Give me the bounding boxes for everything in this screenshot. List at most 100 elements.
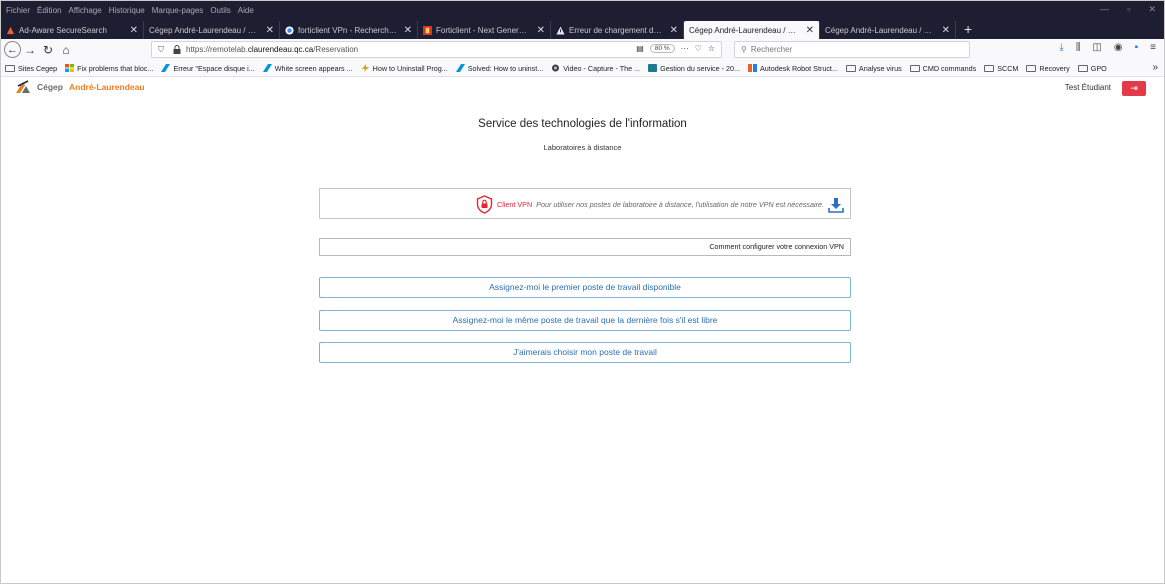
reader-view-icon[interactable]: ▤ bbox=[636, 44, 644, 53]
close-tab-icon[interactable]: ✕ bbox=[130, 25, 138, 36]
close-tab-icon[interactable]: ✕ bbox=[806, 25, 814, 36]
shield-tracking-icon[interactable]: ⛉ bbox=[158, 45, 168, 55]
sidebar-icon[interactable]: ◫ bbox=[1092, 42, 1101, 53]
bookmark-label: Recovery bbox=[1039, 63, 1070, 73]
bookmark-label: Analyse virus bbox=[858, 63, 902, 73]
home-button[interactable]: ⌂ bbox=[57, 41, 75, 59]
browser-titlebar: Fichier Édition Affichage Historique Mar… bbox=[1, 1, 1164, 39]
bookmark-item[interactable]: Video - Capture - The ... bbox=[551, 64, 640, 73]
menu-item-historique[interactable]: Historique bbox=[109, 6, 145, 15]
close-tab-icon[interactable]: ✕ bbox=[537, 25, 545, 36]
tab-forticlient[interactable]: Forticlient - Next Generation En ✕ bbox=[418, 21, 551, 39]
url-domain: claurendeau.qc.ca bbox=[247, 45, 314, 54]
cegep-logo[interactable]: Cégep André-Laurendeau bbox=[15, 80, 145, 94]
maximize-icon[interactable]: ▫ bbox=[1127, 4, 1130, 15]
minimize-icon[interactable]: — bbox=[1100, 4, 1109, 15]
fortinet-icon bbox=[423, 25, 432, 35]
tab-cegep-3[interactable]: Cégep André-Laurendeau / Labora ✕ bbox=[820, 21, 956, 39]
vpn-info-row: Client VPN Pour utiliser nos postes de l… bbox=[476, 195, 844, 214]
reload-button[interactable]: ↻ bbox=[39, 41, 57, 59]
choose-workstation-button[interactable]: J'aimerais choisir mon poste de travail bbox=[319, 342, 851, 363]
back-button[interactable]: ← bbox=[4, 41, 21, 58]
assign-first-available-button[interactable]: Assignez-moi le premier poste de travail… bbox=[319, 277, 851, 298]
bookmark-item[interactable]: How to Uninstall Prog... bbox=[361, 64, 448, 73]
bookmarks-bar: Sites Cegep Fix problems that bloc... Er… bbox=[1, 60, 1164, 77]
bookmark-label: Video - Capture - The ... bbox=[563, 63, 641, 73]
menu-item-fichier[interactable]: Fichier bbox=[6, 6, 30, 15]
vpn-client-link[interactable]: Client VPN bbox=[497, 200, 532, 209]
menu-item-aide[interactable]: Aide bbox=[238, 6, 254, 15]
bookmark-item[interactable]: CMD commands bbox=[909, 63, 977, 73]
close-window-icon[interactable]: ✕ bbox=[1148, 4, 1156, 15]
bookmark-item[interactable]: SCCM bbox=[984, 64, 1018, 73]
library-icon[interactable]: ⫼ bbox=[1076, 42, 1081, 53]
url-prefix: https://remotelab. bbox=[186, 45, 248, 54]
toolbar-icons: ⤓ ⫼ ◫ ◉ ▪ ≡ bbox=[1059, 42, 1156, 53]
tab-load-error[interactable]: Erreur de chargement de la pag ✕ bbox=[551, 21, 684, 39]
lock-icon[interactable] bbox=[173, 45, 181, 54]
tab-adaware[interactable]: Ad-Aware SecureSearch ✕ bbox=[1, 21, 144, 39]
menu-item-affichage[interactable]: Affichage bbox=[68, 6, 101, 15]
tab-cegep-active[interactable]: Cégep André-Laurendeau / Labora ✕ bbox=[684, 21, 820, 39]
bookmark-item[interactable]: GPO bbox=[1077, 64, 1107, 73]
assign-same-workstation-button[interactable]: Assignez-moi le même poste de travail qu… bbox=[319, 310, 851, 331]
close-tab-icon[interactable]: ✕ bbox=[670, 25, 678, 36]
tab-label: Ad-Aware SecureSearch bbox=[19, 25, 107, 35]
folder-icon bbox=[984, 64, 995, 72]
menu-item-marque-pages[interactable]: Marque-pages bbox=[152, 6, 204, 15]
bookmark-item[interactable]: Erreur "Espace disque i... bbox=[161, 63, 255, 73]
bookmark-item[interactable]: Sites Cegep bbox=[5, 64, 57, 73]
tab-cegep-1[interactable]: Cégep André-Laurendeau / Labora ✕ bbox=[144, 21, 280, 39]
tab-google-search[interactable]: forticlient VPn - Recherche Go ✕ bbox=[280, 21, 418, 39]
hamburger-menu-icon[interactable]: ≡ bbox=[1150, 42, 1156, 53]
service-icon bbox=[648, 64, 658, 72]
close-tab-icon[interactable]: ✕ bbox=[942, 25, 950, 36]
reload-icon: ↻ bbox=[42, 42, 54, 57]
folder-icon bbox=[5, 64, 15, 72]
url-path: /Reservation bbox=[313, 45, 359, 54]
account-icon[interactable]: ◉ bbox=[1114, 42, 1123, 53]
pocket-icon[interactable]: ♡ bbox=[695, 44, 702, 53]
window-controls: — ▫ ✕ bbox=[1100, 4, 1156, 15]
download-icon[interactable] bbox=[828, 197, 844, 213]
menu-item-edition[interactable]: Édition bbox=[37, 6, 61, 15]
bookmark-label: Solved: How to uninst... bbox=[467, 63, 544, 73]
bookmark-item[interactable]: Autodesk Robot Struct... bbox=[748, 64, 838, 73]
close-tab-icon[interactable]: ✕ bbox=[266, 25, 274, 36]
warning-icon bbox=[556, 25, 565, 35]
extension-icon[interactable]: ▪ bbox=[1135, 42, 1139, 53]
bookmark-item[interactable]: Solved: How to uninst... bbox=[455, 63, 544, 73]
menu-item-outils[interactable]: Outils bbox=[210, 6, 230, 15]
bookmark-item[interactable]: Fix problems that bloc... bbox=[65, 64, 153, 73]
bookmarks-overflow-icon[interactable]: » bbox=[1152, 62, 1158, 73]
search-input[interactable]: ⚲ Rechercher bbox=[734, 41, 970, 58]
bookmark-star-icon[interactable]: ☆ bbox=[708, 44, 715, 53]
menu-bar: Fichier Édition Affichage Historique Mar… bbox=[1, 1, 1164, 19]
close-tab-icon[interactable]: ✕ bbox=[404, 25, 412, 36]
vpn-howto-link[interactable]: Comment configurer votre connexion VPN bbox=[319, 238, 851, 256]
folder-icon bbox=[909, 64, 920, 72]
page-title: Service des technologies de l'informatio… bbox=[478, 118, 687, 130]
bookmark-label: CMD commands bbox=[922, 63, 977, 73]
navigation-bar: ← → ↻ ⌂ ⛉ https://remotelab.claurendeau.… bbox=[1, 39, 1164, 60]
logout-icon: ⇥ bbox=[1130, 83, 1138, 93]
tab-bar: Ad-Aware SecureSearch ✕ Cégep André-Laur… bbox=[1, 19, 1164, 39]
bookmark-item[interactable]: Gestion du service - 20... bbox=[648, 64, 740, 73]
arrow-left-icon: ← bbox=[7, 43, 18, 56]
new-tab-button[interactable]: + bbox=[956, 21, 980, 39]
url-bar[interactable]: ⛉ https://remotelab.claurendeau.qc.ca/Re… bbox=[151, 41, 722, 58]
bookmark-label: Erreur "Espace disque i... bbox=[173, 63, 255, 73]
bookmark-label: SCCM bbox=[997, 63, 1019, 73]
logout-button[interactable]: ⇥ bbox=[1122, 81, 1146, 96]
bookmark-label: How to Uninstall Prog... bbox=[372, 63, 448, 73]
folder-icon bbox=[845, 64, 856, 72]
logo-text-cegep: Cégep bbox=[37, 82, 63, 92]
downloads-icon[interactable]: ⤓ bbox=[1059, 42, 1063, 53]
bookmark-item[interactable]: Analyse virus bbox=[845, 63, 902, 73]
forward-button[interactable]: → bbox=[21, 41, 39, 59]
user-name: Test Étudiant bbox=[1064, 83, 1111, 92]
bookmark-item[interactable]: White screen appears ... bbox=[262, 64, 353, 73]
zoom-badge[interactable]: 80 % bbox=[649, 44, 675, 53]
bookmark-item[interactable]: Recovery bbox=[1026, 63, 1070, 73]
page-actions-icon[interactable]: ··· bbox=[681, 44, 689, 53]
